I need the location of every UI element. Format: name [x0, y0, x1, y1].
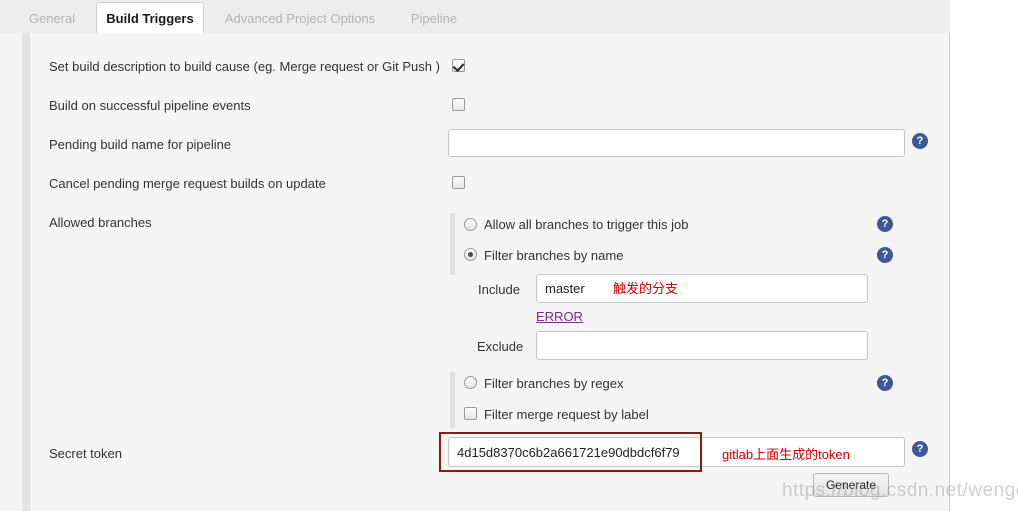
help-icon-allow-all-branches[interactable]: ?: [877, 216, 893, 232]
help-icon-pending-build-name[interactable]: ?: [912, 133, 928, 149]
radio-allow-all-branches[interactable]: [464, 218, 477, 231]
build-triggers-page: General Build Triggers Advanced Project …: [0, 0, 1018, 511]
generate-button[interactable]: Generate: [813, 473, 889, 497]
secret-token-value: 4d15d8370c6b2a661721e90dbdcf6f79: [457, 444, 680, 460]
tab-advanced-project-options[interactable]: Advanced Project Options: [212, 4, 388, 33]
include-label: Include: [478, 282, 520, 297]
pending-build-name-label: Pending build name for pipeline: [49, 137, 232, 152]
tab-pipeline-label: Pipeline: [410, 11, 458, 26]
pipeline-events-checkbox[interactable]: [452, 98, 465, 111]
branch-filter-group-indicator: [450, 213, 455, 275]
annotation-include-note: 触发的分支: [613, 281, 679, 296]
checkbox-filter-merge-request-by-label-label[interactable]: Filter merge request by label: [484, 407, 649, 422]
tab-general[interactable]: General: [14, 4, 90, 33]
exclude-label: Exclude: [477, 339, 524, 354]
tab-build-triggers-label: Build Triggers: [106, 10, 194, 26]
tab-bar: General Build Triggers Advanced Project …: [0, 0, 950, 34]
help-icon-filter-branches-by-name[interactable]: ?: [877, 247, 893, 263]
tab-build-triggers[interactable]: Build Triggers: [96, 2, 204, 34]
build-description-label: Set build description to build cause (eg…: [49, 59, 440, 74]
radio-filter-branches-by-name[interactable]: [464, 248, 477, 261]
pending-build-name-input[interactable]: [448, 129, 905, 157]
tab-pipeline[interactable]: Pipeline: [396, 4, 472, 33]
allowed-branches-label: Allowed branches: [49, 215, 152, 230]
tab-advanced-project-options-label: Advanced Project Options: [224, 11, 376, 26]
checkbox-filter-merge-request-by-label[interactable]: [464, 407, 477, 420]
form-section-indicator: [22, 33, 30, 511]
exclude-input[interactable]: [536, 331, 868, 360]
regex-filter-group-indicator: [450, 372, 455, 428]
radio-allow-all-branches-label[interactable]: Allow all branches to trigger this job: [484, 217, 689, 232]
tab-general-label: General: [28, 11, 76, 26]
annotation-token-note: gitlab上面生成的token: [722, 447, 850, 462]
form-panel: Set build description to build cause (eg…: [0, 33, 950, 511]
pipeline-events-label: Build on successful pipeline events: [49, 98, 251, 113]
build-description-checkbox[interactable]: [452, 59, 465, 72]
radio-filter-branches-by-regex[interactable]: [464, 376, 477, 389]
include-value: master: [545, 281, 585, 296]
cancel-pending-label: Cancel pending merge request builds on u…: [49, 176, 326, 191]
radio-filter-branches-by-regex-label[interactable]: Filter branches by regex: [484, 376, 623, 391]
include-error-link[interactable]: ERROR: [536, 309, 583, 324]
include-input[interactable]: master: [536, 274, 868, 303]
help-icon-secret-token[interactable]: ?: [912, 441, 928, 457]
secret-token-label: Secret token: [49, 446, 122, 461]
help-icon-filter-branches-by-regex[interactable]: ?: [877, 375, 893, 391]
cancel-pending-checkbox[interactable]: [452, 176, 465, 189]
radio-filter-branches-by-name-label[interactable]: Filter branches by name: [484, 248, 623, 263]
